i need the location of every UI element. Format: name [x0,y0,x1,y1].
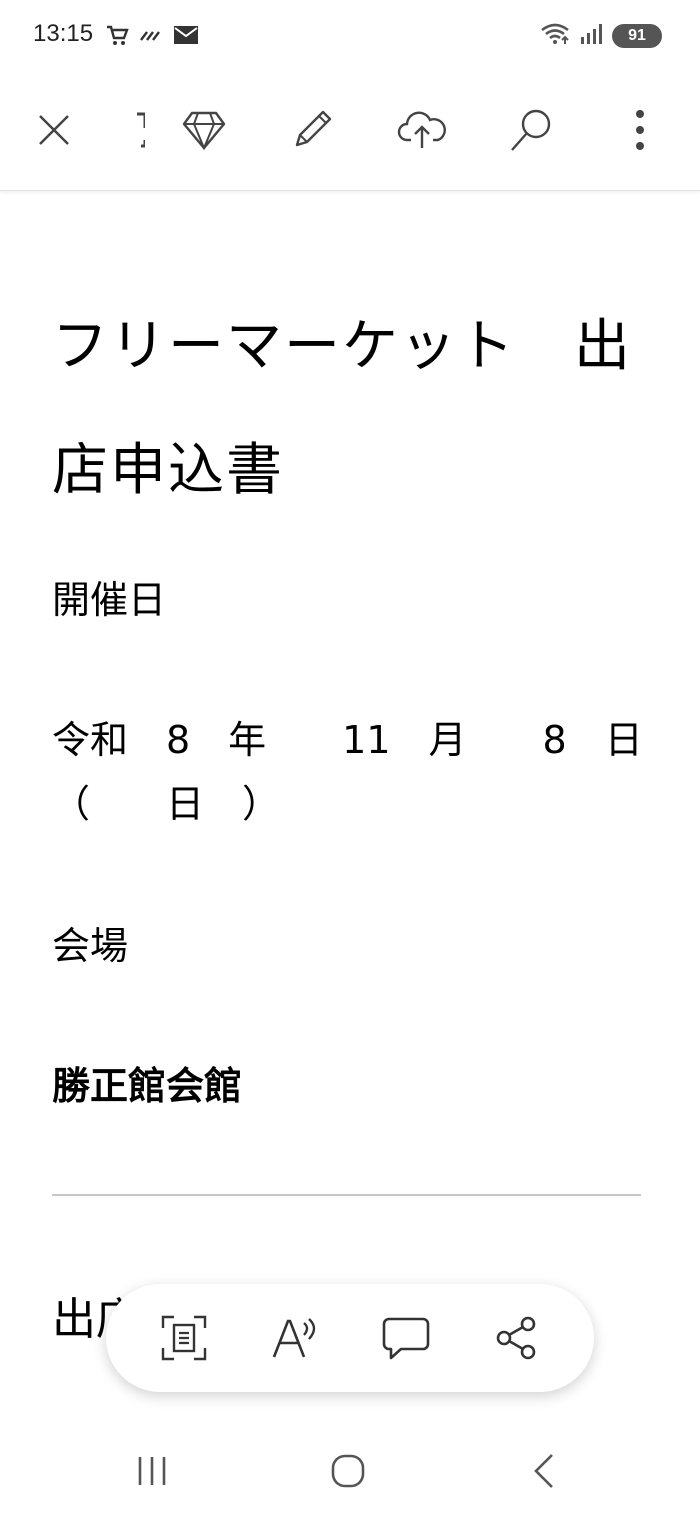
system-nav-bar [0,1420,700,1517]
premium-icon [182,111,226,150]
home-icon [331,1454,365,1488]
comment-icon [382,1317,429,1360]
status-time: 13:15 [33,20,94,47]
crop-button[interactable] [100,100,160,160]
more-icon [636,110,644,150]
home-button[interactable] [318,1446,378,1496]
edit-button[interactable] [282,100,342,160]
search-button[interactable] [500,100,560,160]
date-label: 開催日 [52,578,167,622]
status-bar: 13:15 91 [0,0,700,72]
cloud-upload-button[interactable] [392,100,452,160]
close-icon [39,115,69,145]
title-line-1: フリーマーケット 出 [52,314,632,379]
search-icon [511,109,551,151]
back-icon [534,1454,553,1488]
scan-text-button[interactable] [149,1303,219,1373]
recent-apps-button[interactable] [122,1446,182,1496]
cloud-upload-icon [397,111,446,148]
date-line-1: 令和 8 年 11 月 8 日 [52,718,643,762]
back-button[interactable] [514,1446,574,1496]
title-line-2: 店申込書 [52,438,284,503]
edit-icon [295,110,332,147]
comment-button[interactable] [371,1303,441,1373]
premium-button[interactable] [174,100,234,160]
battery-level: 91 [628,27,646,44]
share-button[interactable] [482,1303,552,1373]
date-line-2: （ 日 ） [52,782,281,826]
scan-text-icon [161,1315,206,1361]
battery-indicator: 91 [612,24,662,48]
document-title: フリーマーケット 出 店申込書 [52,285,652,533]
document-toolbar [0,72,700,191]
pattern-icon [139,24,163,50]
read-aloud-button[interactable] [260,1303,330,1373]
venue-label: 会場 [52,924,129,968]
mail-icon [173,24,199,50]
more-button[interactable] [610,100,670,160]
crop-icon [137,112,145,148]
close-button[interactable] [24,100,84,160]
floating-action-bar [106,1284,594,1392]
wifi-icon [540,22,570,50]
read-aloud-icon [272,1318,315,1358]
divider [52,1194,641,1196]
recent-apps-icon [138,1457,166,1485]
share-icon [496,1316,535,1360]
venue-name: 勝正館会館 [52,1064,243,1108]
cart-icon [105,24,129,50]
signal-icon [580,23,602,49]
